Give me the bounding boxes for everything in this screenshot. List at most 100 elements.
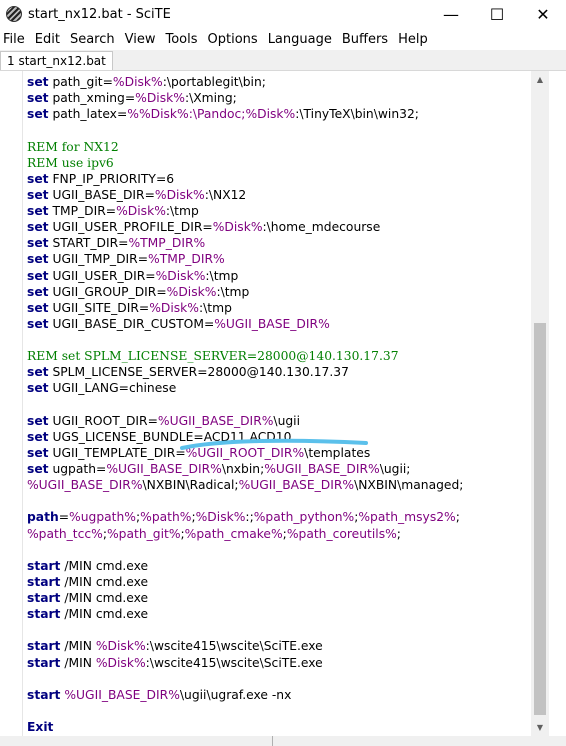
text-token: path_xming= xyxy=(48,91,136,106)
keyword-token: set xyxy=(27,300,49,315)
code-line[interactable]: set SPLM_LICENSE_SERVER=28000@140.130.17… xyxy=(27,364,531,380)
code-line[interactable]: set path_latex=%%Disk%:\Pandoc;%Disk%:\T… xyxy=(27,106,531,122)
keyword-token: set xyxy=(27,316,49,331)
variable-token: %path_git% xyxy=(106,526,181,541)
variable-token: %Disk% xyxy=(149,300,199,315)
code-line[interactable]: set UGII_SITE_DIR=%Disk%:\tmp xyxy=(27,300,531,316)
code-line[interactable]: set UGII_USER_PROFILE_DIR=%Disk%:\home_m… xyxy=(27,219,531,235)
text-token: path_git= xyxy=(48,75,113,89)
code-line[interactable] xyxy=(27,397,531,413)
menu-view[interactable]: View xyxy=(120,32,161,47)
text-token: \nxbin; xyxy=(221,462,265,476)
code-line[interactable]: start /MIN %Disk%:\wscite415\wscite\SciT… xyxy=(27,638,531,654)
menu-bar: File Edit Search View Tools Options Lang… xyxy=(0,28,566,50)
code-line[interactable]: start /MIN cmd.exe xyxy=(27,558,531,574)
variable-token: %UGII_BASE_DIR% xyxy=(27,478,143,493)
variable-token: %Disk% xyxy=(166,284,217,299)
code-line[interactable]: set UGII_BASE_DIR=%Disk%:\NX12 xyxy=(27,187,531,203)
code-line[interactable]: REM use ipv6 xyxy=(27,155,531,171)
menu-options[interactable]: Options xyxy=(203,32,263,47)
code-line[interactable]: set ugpath=%UGII_BASE_DIR%\nxbin;%UGII_B… xyxy=(27,461,531,477)
keyword-token: start xyxy=(27,655,61,670)
code-line[interactable] xyxy=(27,622,531,638)
code-line[interactable]: REM set SPLM_LICENSE_SERVER=28000@140.13… xyxy=(27,348,531,364)
text-token: UGII_GROUP_DIR= xyxy=(48,284,167,299)
code-line[interactable]: set START_DIR=%TMP_DIR% xyxy=(27,235,531,251)
tab-start-nx12-bat[interactable]: 1 start_nx12.bat xyxy=(0,51,113,70)
code-line[interactable] xyxy=(27,493,531,509)
menu-buffers[interactable]: Buffers xyxy=(337,32,393,47)
code-line[interactable] xyxy=(27,671,531,687)
code-line[interactable]: set path_git=%Disk%:\portablegit\bin; xyxy=(27,74,531,90)
code-line[interactable]: set UGS_LICENSE_BUNDLE=ACD11,ACD10 xyxy=(27,429,531,445)
text-token: FNP_IP_PRIORITY=6 xyxy=(48,171,175,186)
variable-token: %%Disk% xyxy=(127,107,189,122)
code-line[interactable]: set UGII_BASE_DIR_CUSTOM=%UGII_BASE_DIR% xyxy=(27,316,531,332)
code-line[interactable] xyxy=(27,122,531,138)
code-line[interactable]: set UGII_GROUP_DIR=%Disk%:\tmp xyxy=(27,284,531,300)
title-bar: start_nx12.bat - SciTE — ☐ ✕ xyxy=(0,0,566,28)
vertical-scrollbar[interactable]: ▲ ▼ xyxy=(531,71,549,736)
code-text[interactable]: set path_git=%Disk%:\portablegit\bin; set… xyxy=(27,74,531,735)
text-token: = xyxy=(58,510,70,525)
text-token: UGII_ROOT_DIR= xyxy=(48,413,158,428)
code-line[interactable]: set TMP_DIR=%Disk%:\tmp xyxy=(27,203,531,219)
variable-token: %Disk% xyxy=(212,220,263,235)
tab-bar: 1 start_nx12.bat xyxy=(0,50,566,71)
menu-language[interactable]: Language xyxy=(263,32,337,47)
code-line[interactable]: start /MIN cmd.exe xyxy=(27,606,531,622)
code-line[interactable]: path=%ugpath%;%path%;%Disk%:;%path_pytho… xyxy=(27,509,531,525)
minimize-icon: — xyxy=(443,4,459,24)
code-line[interactable]: %UGII_BASE_DIR%\NXBIN\Radical;%UGII_BASE… xyxy=(27,477,531,493)
code-line[interactable]: set UGII_TMP_DIR=%TMP_DIR% xyxy=(27,251,531,267)
text-token: /MIN cmd.exe xyxy=(60,607,149,622)
code-line[interactable]: Exit xyxy=(27,719,531,735)
variable-token: :\Pandoc; xyxy=(188,107,246,122)
keyword-token: set xyxy=(27,75,49,89)
code-line[interactable]: set path_xming=%Disk%:\Xming; xyxy=(27,90,531,106)
code-line[interactable]: set FNP_IP_PRIORITY=6 xyxy=(27,171,531,187)
text-token: :\wscite415\wscite\SciTE.exe xyxy=(145,639,323,654)
maximize-button[interactable]: ☐ xyxy=(474,0,520,28)
horizontal-scrollbar[interactable] xyxy=(0,736,273,746)
variable-token: %Disk% xyxy=(154,187,205,202)
code-line[interactable]: start /MIN %Disk%:\wscite415\wscite\SciT… xyxy=(27,655,531,671)
window-border xyxy=(549,71,566,736)
code-line[interactable] xyxy=(27,542,531,558)
text-token: \ugii\ugraf.exe -nx xyxy=(179,687,292,702)
window-controls: — ☐ ✕ xyxy=(428,0,566,28)
keyword-token: set xyxy=(27,107,49,122)
menu-edit[interactable]: Edit xyxy=(30,32,65,47)
code-line[interactable]: set UGII_USER_DIR=%Disk%:\tmp xyxy=(27,268,531,284)
text-token: UGII_USER_PROFILE_DIR= xyxy=(48,220,213,235)
code-line[interactable] xyxy=(27,703,531,719)
code-line[interactable]: REM for NX12 xyxy=(27,139,531,155)
scroll-down-icon[interactable]: ▼ xyxy=(531,719,549,736)
code-line[interactable]: set UGII_LANG=chinese xyxy=(27,380,531,396)
text-token: ugpath= xyxy=(48,462,107,476)
menu-file[interactable]: File xyxy=(0,32,30,47)
menu-search[interactable]: Search xyxy=(65,32,120,47)
close-button[interactable]: ✕ xyxy=(520,0,566,28)
fold-margin[interactable] xyxy=(0,71,23,736)
text-token: :; xyxy=(245,510,254,525)
code-line[interactable]: start /MIN cmd.exe xyxy=(27,574,531,590)
variable-token: %TMP_DIR% xyxy=(148,252,225,267)
minimize-button[interactable]: — xyxy=(428,0,474,28)
code-line[interactable]: %path_tcc%;%path_git%;%path_cmake%;%path… xyxy=(27,526,531,542)
code-line[interactable]: start %UGII_BASE_DIR%\ugii\ugraf.exe -nx xyxy=(27,687,531,703)
editor-pane[interactable]: set path_git=%Disk%:\portablegit\bin; set… xyxy=(0,71,531,736)
code-line[interactable]: start /MIN cmd.exe xyxy=(27,590,531,606)
maximize-icon: ☐ xyxy=(489,4,505,24)
code-line[interactable]: set UGII_ROOT_DIR=%UGII_BASE_DIR%\ugii xyxy=(27,413,531,429)
comment-token: REM use ipv6 xyxy=(27,155,114,170)
keyword-token: set xyxy=(27,365,49,380)
code-line[interactable] xyxy=(27,332,531,348)
scroll-up-icon[interactable]: ▲ xyxy=(531,71,549,88)
text-token: /MIN xyxy=(60,655,96,670)
code-line[interactable]: set UGII_TEMPLATE_DIR=%UGII_ROOT_DIR%\te… xyxy=(27,445,531,461)
variable-token: %path_tcc% xyxy=(27,526,103,541)
scroll-thumb[interactable] xyxy=(534,323,546,715)
menu-help[interactable]: Help xyxy=(393,32,433,47)
menu-tools[interactable]: Tools xyxy=(160,32,202,47)
